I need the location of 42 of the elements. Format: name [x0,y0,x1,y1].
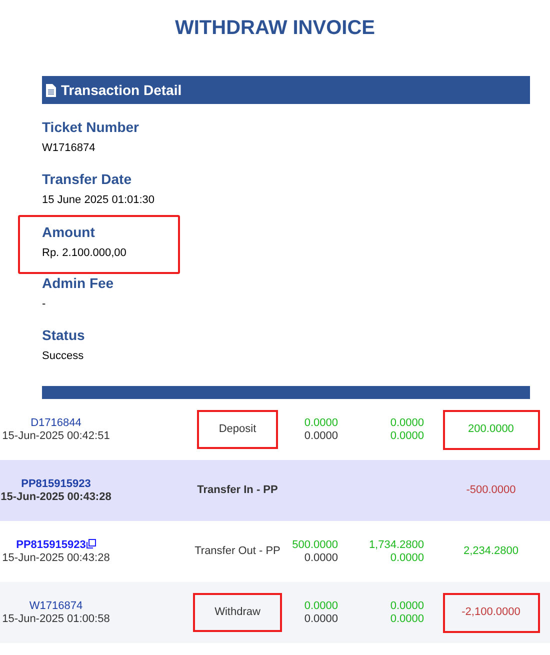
amount-text: 0.0000 [390,612,424,626]
amount-text: 0.0000 [304,612,338,626]
amount-text: 1,734.2800 [368,538,424,552]
ticket-link[interactable]: PP815915923 [16,538,86,552]
copy-icon[interactable] [86,538,96,548]
field-label: Amount [42,223,96,241]
transaction-type: Withdraw [192,593,282,632]
section-title: Transaction Detail [61,80,182,100]
transaction-type: Transfer Out - PP [194,544,280,560]
timestamp: 15-Jun-2025 00:43:28 [2,552,110,564]
field-value: Rp. 2.100.000,00 [42,246,128,260]
timestamp: 15-Jun-2025 00:42:51 [2,430,110,442]
timestamp: 15-Jun-2025 00:43:28 [0,490,112,504]
field-label: Transfer Date [42,170,132,188]
field-value: - [42,297,47,311]
amount-text: 0.0000 [390,552,424,564]
balance-amount: -500.0000 [466,483,516,498]
ticket-id: W1716874 [29,600,83,612]
amount-text: 0.0000 [304,552,338,564]
ticket-id: PP815915923 [21,478,91,490]
timestamp: 15-Jun-2025 01:00:58 [2,612,110,626]
ticket-id: D1716844 [30,416,82,430]
transaction-type: Deposit [196,410,278,449]
amount-text: 0.0000 [390,416,424,430]
field-label: Status [42,326,86,344]
amount-text: 0.0000 [390,430,424,442]
amount-text: 0.0000 [304,416,338,430]
balance-amount: 200.0000 [442,410,540,450]
amount-text: 0.0000 [304,430,338,442]
page-title: WITHDRAW INVOICE [174,16,376,41]
field-label: Admin Fee [42,274,115,292]
field-value: 15 June 2025 01:01:30 [42,193,156,207]
amount-text: 0.0000 [304,600,338,612]
amount-text: 0.0000 [390,600,424,612]
amount-text: 500.0000 [292,538,338,552]
field-value: Success [42,349,85,363]
balance-amount: 2,234.2800 [463,544,519,560]
field-label: Ticket Number [42,118,140,136]
field-value: W1716874 [42,141,96,155]
document-icon [46,84,56,96]
balance-amount: -2,100.0000 [442,592,540,632]
transaction-type: Transfer In - PP [197,483,278,498]
